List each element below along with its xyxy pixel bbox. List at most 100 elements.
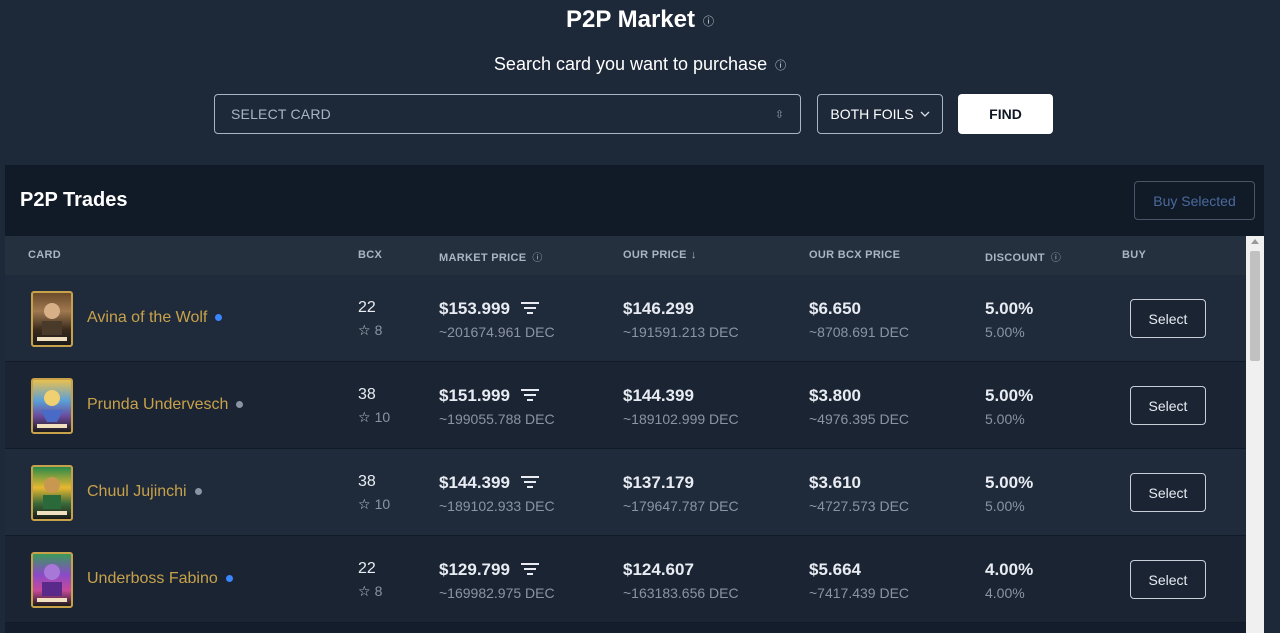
select-button[interactable]: Select: [1130, 386, 1206, 425]
card-name-text: Prunda Undervesch: [87, 396, 229, 413]
card-level-value: 10: [374, 409, 391, 425]
discount-value: 5.00%: [985, 386, 1034, 405]
scroll-thumb[interactable]: [1250, 251, 1260, 361]
our-bcx-price-dec: ~4976.395 DEC: [809, 411, 910, 427]
our-price-dec: ~191591.213 DEC: [623, 324, 739, 340]
table-header: CARD BCX MARKET PRICE ⓘ OUR PRICE ↓ OUR BC…: [5, 236, 1264, 275]
select-card-placeholder: SELECT CARD: [231, 106, 331, 122]
our-bcx-price-dec: ~4727.573 DEC: [809, 498, 910, 514]
status-dot: [225, 575, 233, 583]
our-bcx-price-dec: ~8708.691 DEC: [809, 324, 910, 340]
discount-value: 5.00%: [985, 473, 1034, 492]
card-name[interactable]: Chuul Jujinchi: [87, 483, 202, 501]
discount-sub: 5.00%: [985, 324, 1025, 340]
market-price: $151.999: [439, 386, 540, 407]
card-name-text: Avina of the Wolf: [87, 309, 208, 326]
column-discount[interactable]: DISCOUNT ⓘ: [985, 249, 1061, 264]
card-level-value: 8: [374, 583, 383, 599]
column-market-price-label: MARKET PRICE: [439, 252, 527, 264]
card-thumbnail[interactable]: [31, 465, 73, 521]
column-card: CARD: [28, 249, 61, 261]
card-thumbnail[interactable]: [31, 378, 73, 434]
table-row: Prunda Undervesch 38 ☆ 10 $151.999 ~19905…: [5, 362, 1246, 449]
card-level: ☆ 10: [358, 409, 390, 426]
select-button[interactable]: Select: [1130, 473, 1206, 512]
market-price-dec: ~189102.933 DEC: [439, 498, 555, 514]
arrow-down-icon: ↓: [690, 249, 697, 261]
column-bcx[interactable]: BCX: [358, 249, 382, 261]
select-button[interactable]: Select: [1130, 560, 1206, 599]
scroll-up-arrow-icon[interactable]: [1251, 239, 1259, 244]
card-name[interactable]: Prunda Undervesch: [87, 396, 244, 414]
info-icon[interactable]: ⓘ: [1051, 253, 1061, 264]
filter-lines-icon[interactable]: [520, 474, 540, 494]
info-icon[interactable]: ⓘ: [532, 253, 542, 264]
page-title: P2P Market ⓘ: [0, 6, 1280, 34]
star-icon: ☆: [358, 583, 371, 599]
column-market-price[interactable]: MARKET PRICE ⓘ: [439, 249, 543, 264]
card-name[interactable]: Underboss Fabino: [87, 570, 233, 588]
card-name[interactable]: Avina of the Wolf: [87, 309, 223, 327]
bcx-value: 38: [358, 473, 376, 490]
our-price: $137.179: [623, 473, 694, 492]
star-icon: ☆: [358, 496, 371, 512]
card-level: ☆ 8: [358, 322, 382, 339]
market-price-dec: ~199055.788 DEC: [439, 411, 555, 427]
market-price: $129.799: [439, 560, 540, 581]
market-price-value: $151.999: [439, 386, 510, 405]
market-price-dec: ~169982.975 DEC: [439, 585, 555, 601]
info-icon[interactable]: ⓘ: [703, 16, 714, 28]
card-level: ☆ 8: [358, 583, 382, 600]
updown-chevron-icon: ⇳: [774, 108, 784, 121]
our-bcx-price: $6.650: [809, 299, 861, 318]
star-icon: ☆: [358, 322, 371, 338]
bcx-value: 22: [358, 560, 376, 577]
info-icon[interactable]: ⓘ: [775, 60, 786, 72]
table-row: Underboss Fabino 22 ☆ 8 $129.799 ~169982.…: [5, 536, 1246, 623]
buy-selected-button[interactable]: Buy Selected: [1134, 181, 1255, 220]
our-bcx-price: $5.664: [809, 560, 861, 579]
column-our-price[interactable]: OUR PRICE ↓: [623, 249, 697, 261]
card-thumbnail[interactable]: [31, 552, 73, 608]
table-scrollbar[interactable]: [1246, 236, 1264, 633]
card-level-value: 8: [374, 322, 383, 338]
card-thumbnail[interactable]: [31, 291, 73, 347]
market-price-value: $129.799: [439, 560, 510, 579]
bcx-value: 38: [358, 386, 376, 403]
find-button[interactable]: FIND: [958, 94, 1053, 134]
filter-lines-icon[interactable]: [520, 561, 540, 581]
filter-lines-icon[interactable]: [520, 387, 540, 407]
our-price-dec: ~163183.656 DEC: [623, 585, 739, 601]
our-price: $144.399: [623, 386, 694, 405]
status-dot: [194, 488, 202, 496]
column-our-bcx-price[interactable]: OUR BCX PRICE: [809, 249, 900, 261]
our-bcx-price: $3.800: [809, 386, 861, 405]
star-icon: ☆: [358, 409, 371, 425]
panel-title: P2P Trades: [20, 189, 128, 211]
table-row: Avina of the Wolf 22 ☆ 8 $153.999 ~201674…: [5, 275, 1246, 362]
market-price-dec: ~201674.961 DEC: [439, 324, 555, 340]
foils-dropdown[interactable]: BOTH FOILS: [817, 94, 943, 134]
market-price-value: $144.399: [439, 473, 510, 492]
our-price-dec: ~189102.999 DEC: [623, 411, 739, 427]
select-card-dropdown[interactable]: SELECT CARD ⇳: [214, 94, 801, 134]
market-price: $153.999: [439, 299, 540, 320]
select-button[interactable]: Select: [1130, 299, 1206, 338]
market-price-value: $153.999: [439, 299, 510, 318]
bcx-value: 22: [358, 299, 376, 316]
filter-lines-icon[interactable]: [520, 300, 540, 320]
discount-sub: 4.00%: [985, 585, 1025, 601]
discount-value: 5.00%: [985, 299, 1034, 318]
our-bcx-price: $3.610: [809, 473, 861, 492]
column-our-price-label: OUR PRICE: [623, 249, 687, 261]
status-dot: [215, 314, 223, 322]
our-price: $124.607: [623, 560, 694, 579]
chevron-down-icon: [920, 109, 930, 120]
page-title-text: P2P Market: [566, 6, 695, 33]
card-level-value: 10: [374, 496, 391, 512]
card-name-text: Chuul Jujinchi: [87, 483, 187, 500]
panel-header: P2P Trades Buy Selected: [5, 165, 1264, 236]
market-price: $144.399: [439, 473, 540, 494]
search-subtitle: Search card you want to purchase ⓘ: [0, 54, 1280, 75]
discount-sub: 5.00%: [985, 411, 1025, 427]
